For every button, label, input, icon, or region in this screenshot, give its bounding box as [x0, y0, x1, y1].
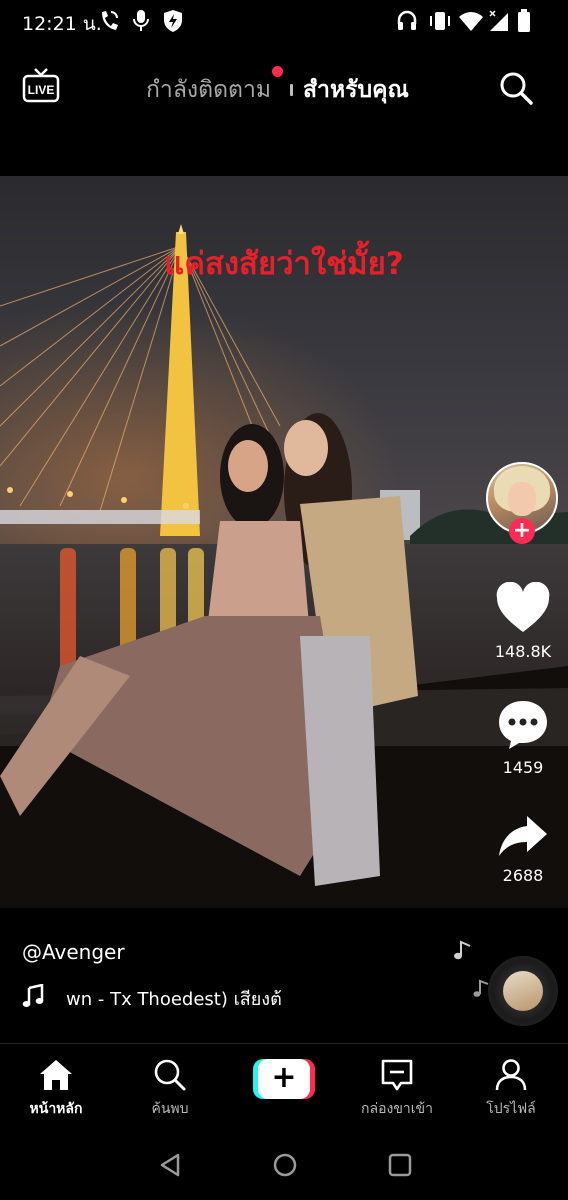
creator-avatar[interactable]: + — [486, 462, 558, 544]
music-disc[interactable] — [488, 956, 558, 1026]
floating-note-icon — [454, 940, 471, 960]
recents-icon[interactable] — [388, 1152, 412, 1178]
nav-discover-label: ค้นพบ — [151, 1101, 189, 1117]
creator-username[interactable]: @Avenger — [22, 940, 462, 964]
home-icon — [40, 1060, 72, 1090]
music-note-icon — [22, 984, 44, 1007]
vibrate-icon — [430, 12, 450, 30]
share-count: 2688 — [502, 866, 544, 885]
tab-separator — [290, 84, 293, 96]
music-disc-cover — [503, 971, 543, 1011]
comment-icon — [499, 701, 547, 749]
video-player[interactable]: แค่สงสัยว่าใช่มั้ย? — [0, 176, 568, 908]
inbox-icon — [381, 1059, 413, 1091]
comment-count: 1459 — [502, 758, 544, 777]
nav-discover[interactable]: ค้นพบ — [115, 1058, 225, 1120]
top-nav: LIVE กำลังติดตาม สำหรับคุณ — [0, 56, 568, 120]
bottom-nav: หน้าหลัก ค้นพบ + กล่องขาเข้า โปรไฟล์ — [0, 1043, 568, 1134]
search-icon — [154, 1059, 186, 1091]
nav-home[interactable]: หน้าหลัก — [1, 1058, 111, 1120]
follow-button[interactable]: + — [509, 518, 535, 544]
status-bar: 12:21 น. — [0, 0, 568, 44]
like-button[interactable]: 148.8K — [486, 581, 560, 661]
heart-icon — [496, 581, 550, 632]
nav-profile[interactable]: โปรไฟล์ — [456, 1058, 566, 1120]
nav-profile-label: โปรไฟล์ — [486, 1101, 536, 1117]
nav-home-label: หน้าหลัก — [29, 1101, 83, 1117]
notification-dot — [272, 66, 284, 77]
nav-inbox-label: กล่องขาเข้า — [361, 1101, 433, 1117]
back-icon[interactable] — [158, 1152, 182, 1178]
profile-icon — [495, 1059, 527, 1091]
tab-following[interactable]: กำลังติดตาม — [146, 66, 284, 108]
share-arrow-icon — [499, 816, 547, 856]
tab-for-you[interactable]: สำหรับคุณ — [303, 72, 409, 108]
share-button[interactable]: 2688 — [486, 814, 560, 885]
home-circle-icon[interactable] — [272, 1152, 298, 1178]
nav-inbox[interactable]: กล่องขาเข้า — [342, 1058, 452, 1120]
plus-icon: + — [258, 1059, 310, 1099]
battery-icon — [518, 9, 530, 32]
wifi-calling-icon — [102, 11, 118, 30]
live-label: LIVE — [28, 83, 55, 97]
live-icon[interactable]: LIVE — [22, 66, 60, 104]
video-meta: @Avenger wn - Tx Thoedest) เสียงต้ — [22, 940, 462, 1010]
shield-bolt-icon — [164, 10, 182, 32]
search-icon[interactable] — [498, 70, 534, 106]
create-button[interactable]: + — [253, 1059, 315, 1099]
like-count: 148.8K — [494, 642, 552, 661]
headphones-icon — [397, 10, 417, 30]
music-row[interactable]: wn - Tx Thoedest) เสียงต้ — [22, 984, 462, 1012]
song-title: wn - Tx Thoedest) เสียงต้ — [66, 989, 282, 1010]
comment-button[interactable]: 1459 — [486, 698, 560, 777]
signal-icon — [489, 10, 508, 31]
wifi-icon — [459, 12, 483, 32]
system-nav-bar — [0, 1134, 568, 1200]
microphone-icon — [133, 10, 149, 31]
video-caption: แค่สงสัยว่าใช่มั้ย? — [164, 246, 404, 282]
tab-following-label: กำลังติดตาม — [146, 77, 272, 103]
status-time: 12:21 น. — [22, 13, 102, 35]
